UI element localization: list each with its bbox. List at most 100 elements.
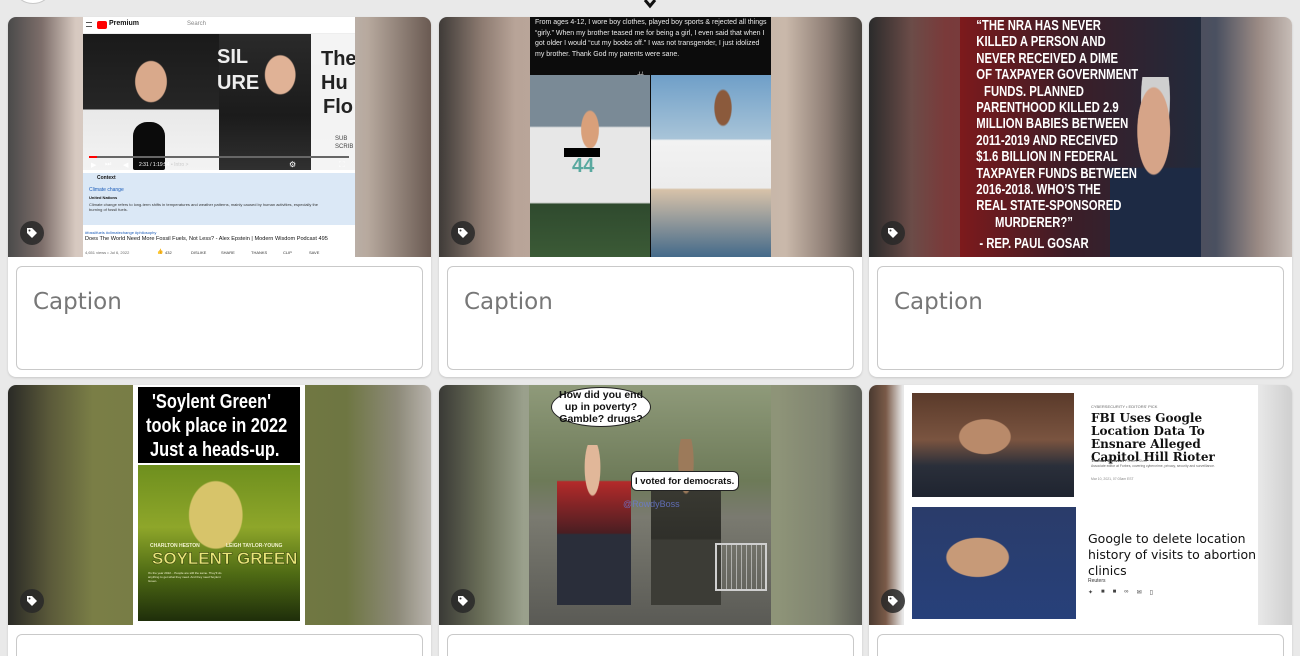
headline-line: Just a heads-up. bbox=[150, 439, 280, 461]
tag-icon bbox=[888, 596, 898, 606]
share-icons: ✦ ■ ■ ∞ ✉ ▯ bbox=[1088, 585, 1188, 599]
video-chapter: • Intro > bbox=[171, 162, 189, 168]
like-icon: 👍 bbox=[157, 249, 164, 255]
share-button: SHARE bbox=[221, 250, 235, 255]
article-source: Reuters bbox=[1088, 578, 1106, 584]
photo-bottom bbox=[912, 507, 1076, 619]
quote-line: $1.6 BILLION IN FEDERAL bbox=[976, 149, 1118, 166]
overlay-text: SIL bbox=[217, 46, 249, 68]
quote-line: 2016-2018. WHO’S THE bbox=[976, 182, 1101, 198]
quote-line: NEVER RECEIVED A DIME bbox=[976, 50, 1119, 67]
quote-line: FUNDS. PLANNED bbox=[984, 83, 1084, 100]
tag-button[interactable] bbox=[451, 221, 475, 245]
article-author: Thomas Brewster bbox=[1091, 458, 1125, 463]
tag-icon bbox=[458, 228, 468, 238]
context-panel: Context Climate change United Nations Cl… bbox=[83, 173, 355, 225]
watermark: @RowdyBoss bbox=[623, 499, 680, 509]
meme-image: From ages 4-12, I wore boy clothes, play… bbox=[530, 17, 771, 257]
menu-icon[interactable] bbox=[642, 0, 658, 12]
hashtags: #fossilfuels #climatechange #philosophy bbox=[85, 230, 157, 235]
person-left bbox=[557, 445, 631, 605]
photo-top bbox=[912, 393, 1074, 497]
dislike-button: DISLIKE bbox=[191, 250, 207, 255]
image-card: CYBERSECURITY • EDITORS' PICK FBI Uses G… bbox=[869, 385, 1292, 656]
video-time: 2:31 / 1:19:54 bbox=[139, 162, 170, 168]
caption-placeholder: Caption bbox=[33, 289, 122, 315]
caption-placeholder: Caption bbox=[464, 289, 553, 315]
save-button: SAVE bbox=[309, 250, 320, 255]
meme-text: From ages 4-12, I wore boy clothes, play… bbox=[535, 19, 767, 58]
tag-button[interactable] bbox=[881, 221, 905, 245]
caption-input[interactable]: Caption bbox=[877, 266, 1284, 370]
top-bar bbox=[0, 0, 1300, 14]
tag-icon bbox=[27, 228, 37, 238]
soylent-image: 'Soylent Green' took place in 2022 Just … bbox=[133, 385, 305, 625]
caption-input[interactable] bbox=[877, 634, 1284, 656]
context-source: United Nations bbox=[89, 195, 118, 200]
quote-line: MILLION BABIES BETWEEN bbox=[976, 116, 1129, 133]
volume-icon: ◀ bbox=[123, 162, 129, 169]
tag-icon bbox=[888, 228, 898, 238]
caption-input[interactable] bbox=[447, 634, 854, 656]
article-date: Mar 10, 2021, 07:03am EST bbox=[1091, 477, 1134, 481]
headline-panel: 'Soylent Green' took place in 2022 Just … bbox=[138, 387, 300, 463]
image-preview[interactable]: How did you end up in poverty? Gamble? d… bbox=[439, 385, 862, 625]
thanks-button: THANKS bbox=[251, 250, 268, 255]
image-card: From ages 4-12, I wore boy clothes, play… bbox=[439, 17, 862, 377]
quote-text: “THE NRA HAS NEVER KILLED A PERSON AND NEV… bbox=[960, 17, 1139, 257]
bubble-answer: I voted for democrats. bbox=[635, 476, 735, 487]
news-collage: CYBERSECURITY • EDITORS' PICK FBI Uses G… bbox=[904, 385, 1258, 625]
image-preview[interactable]: “THE NRA HAS NEVER KILLED A PERSON AND NEV… bbox=[869, 17, 1292, 257]
jersey-number: 44 bbox=[572, 155, 595, 177]
movie-poster: CHARLTON HESTON LEIGH TAYLOR-YOUNG SOYLE… bbox=[138, 465, 300, 621]
caption-input[interactable] bbox=[16, 634, 423, 656]
headline-line: 'Soylent Green' bbox=[152, 391, 271, 413]
caption-placeholder: Caption bbox=[894, 289, 983, 315]
avatar[interactable] bbox=[16, 0, 50, 4]
image-preview[interactable]: 'Soylent Green' took place in 2022 Just … bbox=[8, 385, 431, 625]
gallery-page: Premium Search SIL URE The Hu Flo SUB SC… bbox=[0, 0, 1300, 656]
quote-line: TAXPAYER FUNDS BETWEEN bbox=[976, 165, 1137, 182]
context-link: Climate change bbox=[89, 187, 124, 193]
overlay-text: SUB bbox=[335, 136, 348, 142]
tag-button[interactable] bbox=[20, 589, 44, 613]
headline-line: took place in 2022 bbox=[146, 415, 288, 437]
article-author-role: Forbes Staff bbox=[1125, 458, 1147, 463]
tag-button[interactable] bbox=[881, 589, 905, 613]
meme-image: How did you end up in poverty? Gamble? d… bbox=[529, 385, 771, 625]
image-preview[interactable]: CYBERSECURITY • EDITORS' PICK FBI Uses G… bbox=[869, 385, 1292, 625]
shopping-cart bbox=[715, 543, 767, 591]
next-icon: ⏭ bbox=[105, 161, 112, 168]
image-preview[interactable]: Premium Search SIL URE The Hu Flo SUB SC… bbox=[8, 17, 431, 257]
image-card: Premium Search SIL URE The Hu Flo SUB SC… bbox=[8, 17, 431, 377]
quote-line: “THE NRA HAS NEVER bbox=[976, 18, 1101, 34]
caption-input[interactable]: Caption bbox=[16, 266, 423, 370]
clip-button: CLIP bbox=[283, 250, 292, 255]
poster-title: SOYLENT GREEN bbox=[152, 549, 298, 569]
image-card: 'Soylent Green' took place in 2022 Just … bbox=[8, 385, 431, 656]
facebook-icon: ■ bbox=[1101, 589, 1105, 595]
quote-line: PARENTHOOD KILLED 2.9 bbox=[976, 100, 1119, 116]
progress-bar bbox=[89, 156, 349, 158]
video-title: Does The World Need More Fossil Fuels, N… bbox=[85, 236, 328, 242]
fullscreen-icon: ⛶ bbox=[339, 160, 345, 169]
youtube-screenshot: Premium Search SIL URE The Hu Flo SUB SC… bbox=[83, 17, 355, 257]
quote-attribution: - REP. PAUL GOSAR bbox=[979, 236, 1089, 252]
tag-button[interactable] bbox=[451, 589, 475, 613]
quote-line: OF TAXPAYER GOVERNMENT bbox=[976, 67, 1139, 84]
overlay-text: Flo bbox=[323, 96, 353, 118]
video-player: SIL URE The Hu Flo SUB SCRIB ▶ ⏭ ◀ 2:31 … bbox=[83, 34, 355, 170]
article-author-bio: Associate editor at Forbes, covering cyb… bbox=[1091, 464, 1215, 468]
overlay-text: SCRIB bbox=[335, 144, 354, 150]
tag-button[interactable] bbox=[20, 221, 44, 245]
quote-line: KILLED A PERSON AND bbox=[976, 34, 1106, 51]
tag-icon bbox=[27, 596, 37, 606]
search-input: Search bbox=[187, 21, 207, 27]
image-preview[interactable]: From ages 4-12, I wore boy clothes, play… bbox=[439, 17, 862, 257]
overlay-text: The bbox=[321, 48, 355, 70]
image-card: “THE NRA HAS NEVER KILLED A PERSON AND NEV… bbox=[869, 17, 1292, 377]
caption-input[interactable]: Caption bbox=[447, 266, 854, 370]
photo-right bbox=[651, 75, 771, 257]
quote-line: MURDERER?” bbox=[995, 214, 1073, 231]
overlay-text: Hu bbox=[321, 72, 348, 94]
